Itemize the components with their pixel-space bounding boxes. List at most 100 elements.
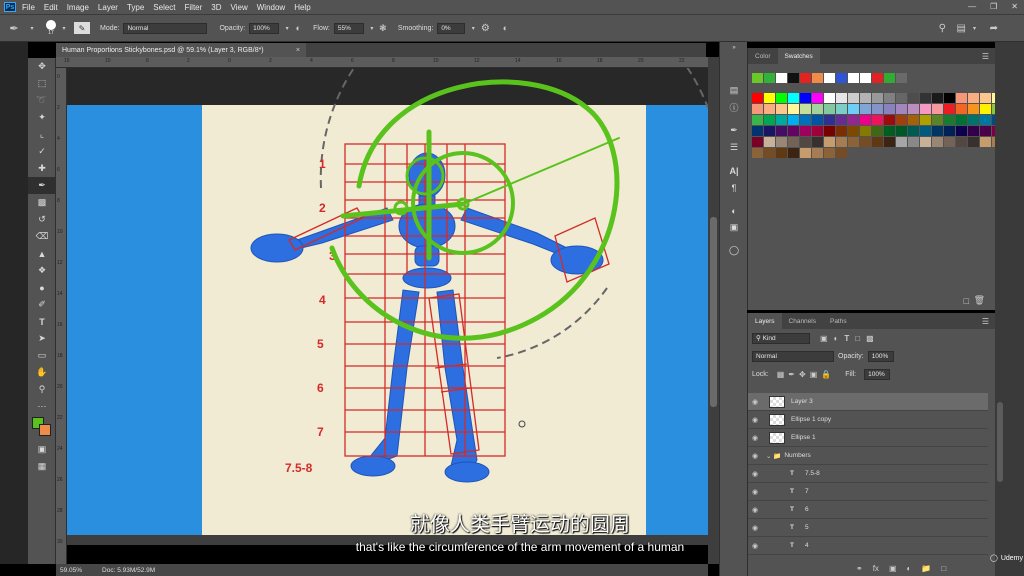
swatch[interactable]: [956, 126, 967, 136]
swatch[interactable]: [920, 104, 931, 114]
swatch[interactable]: [908, 93, 919, 103]
swatch[interactable]: [788, 93, 799, 103]
tab-channels[interactable]: Channels: [782, 313, 823, 329]
zoom-tool-icon[interactable]: ⚲: [28, 381, 56, 398]
flow-input[interactable]: 55%: [333, 22, 364, 34]
swatch[interactable]: [824, 104, 835, 114]
adjustments-icon[interactable]: ◐: [720, 202, 748, 219]
swatch[interactable]: [968, 126, 979, 136]
swatch[interactable]: [956, 93, 967, 103]
swatch[interactable]: [980, 137, 991, 147]
gradient-tool-icon[interactable]: ▲: [28, 245, 56, 262]
swatch[interactable]: [800, 104, 811, 114]
workspace-icon[interactable]: ▤: [957, 23, 966, 34]
swatch[interactable]: [824, 93, 835, 103]
swatch[interactable]: [980, 104, 991, 114]
swatch[interactable]: [884, 73, 895, 83]
swatch[interactable]: [932, 137, 943, 147]
swatch[interactable]: [872, 126, 883, 136]
new-layer-icon[interactable]: □: [941, 564, 946, 573]
swatch[interactable]: [896, 104, 907, 114]
vertical-scrollbar[interactable]: [708, 57, 719, 564]
swatch[interactable]: [752, 137, 763, 147]
swatch[interactable]: [824, 115, 835, 125]
menu-edit[interactable]: Edit: [44, 3, 58, 12]
filter-adjustment-icon[interactable]: ◐: [834, 334, 839, 343]
swatch[interactable]: [884, 137, 895, 147]
panel-menu-icon[interactable]: ☰: [982, 317, 989, 326]
libraries-icon[interactable]: ◯: [720, 242, 748, 259]
collapse-icon[interactable]: »: [720, 42, 748, 54]
new-group-icon[interactable]: 📁: [921, 564, 931, 573]
menu-window[interactable]: Window: [257, 3, 285, 12]
layer-row[interactable]: ◉ Ellipse 1: [748, 429, 988, 447]
swatch[interactable]: [848, 73, 859, 83]
layer-opacity-input[interactable]: 100%: [867, 350, 894, 362]
panel-menu-icon[interactable]: ☰: [982, 52, 989, 61]
lock-position-icon[interactable]: ✥: [799, 370, 806, 379]
lock-all-icon[interactable]: 🔒: [821, 370, 831, 379]
tab-paths[interactable]: Paths: [823, 313, 854, 329]
swatch[interactable]: [980, 93, 991, 103]
swatch[interactable]: [764, 126, 775, 136]
swatch[interactable]: [776, 73, 787, 83]
swatch[interactable]: [800, 137, 811, 147]
blur-tool-icon[interactable]: ❖: [28, 262, 56, 279]
chevron-down-icon[interactable]: ▾: [973, 25, 976, 32]
swatch[interactable]: [860, 73, 871, 83]
layer-row[interactable]: ◉ T 6: [748, 501, 988, 519]
brush-tool-icon[interactable]: ✒: [0, 22, 28, 35]
swatch[interactable]: [872, 104, 883, 114]
trash-icon[interactable]: 🗑: [974, 295, 985, 306]
swatch[interactable]: [968, 115, 979, 125]
swatch[interactable]: [752, 115, 763, 125]
zoom-level[interactable]: 59.05%: [60, 567, 82, 574]
pressure-size-icon[interactable]: ◐: [497, 23, 513, 33]
swatch[interactable]: [956, 137, 967, 147]
swatch[interactable]: [980, 115, 991, 125]
swatch[interactable]: [872, 73, 883, 83]
swatch[interactable]: [800, 115, 811, 125]
folder-icon[interactable]: ⌄ 📁: [766, 452, 781, 460]
hand-tool-icon[interactable]: ✋: [28, 364, 56, 381]
scroll-thumb[interactable]: [710, 217, 717, 407]
swatch[interactable]: [800, 148, 811, 158]
swatch[interactable]: [764, 104, 775, 114]
swatch[interactable]: [812, 115, 823, 125]
menu-type[interactable]: Type: [127, 3, 144, 12]
swatch[interactable]: [896, 73, 907, 83]
filter-pixel-icon[interactable]: ▣: [820, 334, 828, 343]
menu-layer[interactable]: Layer: [98, 3, 118, 12]
swatch[interactable]: [884, 93, 895, 103]
swatch[interactable]: [836, 137, 847, 147]
swatch[interactable]: [956, 104, 967, 114]
info-panel-icon[interactable]: ⓘ: [720, 99, 748, 116]
pressure-opacity-icon[interactable]: ◐: [291, 23, 305, 33]
menu-view[interactable]: View: [231, 3, 248, 12]
chevron-down-icon[interactable]: ▾: [469, 25, 477, 32]
swatch[interactable]: [788, 137, 799, 147]
swatch[interactable]: [896, 126, 907, 136]
swatch[interactable]: [788, 73, 799, 83]
swatch[interactable]: [812, 93, 823, 103]
more-tools-icon[interactable]: ⋯: [28, 398, 56, 415]
swatch[interactable]: [920, 93, 931, 103]
swatch[interactable]: [944, 126, 955, 136]
swatch[interactable]: [824, 148, 835, 158]
swatch[interactable]: [872, 137, 883, 147]
layer-filter-select[interactable]: ⚲ Kind: [752, 332, 810, 344]
swatch[interactable]: [752, 93, 763, 103]
swatch[interactable]: [788, 104, 799, 114]
tab-swatches[interactable]: Swatches: [777, 48, 820, 64]
pen-tool-icon[interactable]: ✐: [28, 296, 56, 313]
swatch[interactable]: [872, 115, 883, 125]
swatch[interactable]: [836, 73, 847, 83]
menu-3d[interactable]: 3D: [211, 3, 221, 12]
brush-panel-icon[interactable]: ✎: [74, 22, 90, 34]
properties-icon[interactable]: ▣: [720, 219, 748, 236]
swatch[interactable]: [800, 93, 811, 103]
gear-icon[interactable]: ⚙: [477, 23, 493, 34]
swatch[interactable]: [824, 73, 835, 83]
swatch[interactable]: [836, 93, 847, 103]
swatch[interactable]: [812, 148, 823, 158]
